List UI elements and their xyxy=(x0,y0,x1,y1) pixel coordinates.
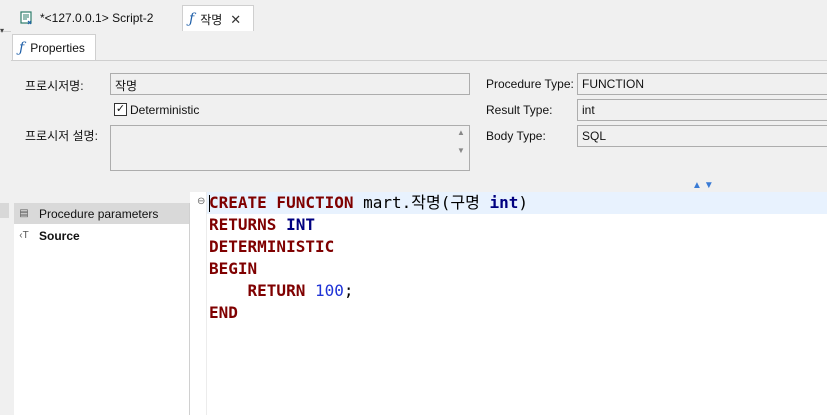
tab-function[interactable]: ƒ 작명 ✕ xyxy=(182,5,254,32)
code-line-1: CREATE FUNCTION mart.작명(구명 int) xyxy=(209,192,528,214)
nav-item-procedure-parameters[interactable]: ▤ Procedure parameters xyxy=(14,203,189,224)
deterministic-checkbox[interactable]: ✓ xyxy=(114,103,127,116)
code-line-5: RETURN 100; xyxy=(209,280,354,302)
fold-toggle-icon[interactable]: ⊖ xyxy=(197,196,205,207)
code-line-6: END xyxy=(209,302,238,324)
procedure-name-field[interactable]: 작명 xyxy=(110,73,470,95)
code-number: 100 xyxy=(305,281,344,300)
left-gutter-marker xyxy=(0,203,9,218)
description-scroll-arrows[interactable]: ▲ ▼ xyxy=(455,128,467,155)
code-type: int xyxy=(489,193,519,212)
body-type-field[interactable]: SQL xyxy=(577,125,827,147)
tab-script-label: *<127.0.0.1> Script-2 xyxy=(40,11,154,25)
panel-divider xyxy=(11,60,827,61)
code-keyword: BEGIN xyxy=(209,259,258,278)
tab-properties-label: Properties xyxy=(30,40,85,55)
tab-script-2[interactable]: *<127.0.0.1> Script-2 xyxy=(14,5,180,31)
code-punct: ) xyxy=(518,193,528,212)
nav-item-label: Source xyxy=(39,228,80,243)
procedure-type-field[interactable]: FUNCTION xyxy=(577,73,827,95)
deterministic-label: Deterministic xyxy=(130,103,200,117)
function-icon: ƒ xyxy=(189,11,195,27)
procedure-type-label: Procedure Type: xyxy=(486,77,574,91)
panel-collapse-icon[interactable]: ▲▼ xyxy=(692,180,716,191)
tab-function-label: 작명 xyxy=(200,12,223,27)
body-type-label: Body Type: xyxy=(486,129,546,143)
code-line-2: RETURNS INT xyxy=(209,214,315,236)
table-icon: ▤ xyxy=(19,208,29,219)
object-section-nav: ▤ Procedure parameters ‹T Source xyxy=(14,203,190,415)
code-type: INT xyxy=(276,215,315,234)
code-keyword: DETERMINISTIC xyxy=(209,237,335,256)
procedure-name-label: 프로시저명: xyxy=(25,79,84,93)
tab-properties[interactable]: ƒ Properties xyxy=(12,34,96,60)
source-icon: ‹T xyxy=(19,230,29,241)
left-gutter-arrow: ▾ xyxy=(0,26,5,35)
code-punct: ; xyxy=(343,281,354,300)
procedure-description-label: 프로시저 설명: xyxy=(25,129,98,143)
code-identifier: mart.작명(구명 xyxy=(353,193,490,212)
code-keyword: RETURN xyxy=(247,281,306,300)
nav-item-label: Procedure parameters xyxy=(39,206,159,221)
procedure-description-field[interactable]: ▲ ▼ xyxy=(110,125,470,171)
database-script-icon xyxy=(20,11,32,25)
function-icon: ƒ xyxy=(19,39,25,56)
code-keyword: END xyxy=(209,303,238,322)
result-type-field[interactable]: int xyxy=(577,99,827,121)
code-line-3: DETERMINISTIC xyxy=(209,236,334,258)
editor-gutter-line xyxy=(206,192,207,415)
code-line-4: BEGIN xyxy=(209,258,257,280)
text-caret xyxy=(209,195,210,212)
close-icon[interactable]: ✕ xyxy=(230,13,241,26)
result-type-label: Result Type: xyxy=(486,103,553,117)
nav-item-source[interactable]: ‹T Source xyxy=(14,225,189,246)
code-keyword: CREATE FUNCTION xyxy=(209,193,354,212)
code-keyword: RETURNS xyxy=(209,215,277,234)
